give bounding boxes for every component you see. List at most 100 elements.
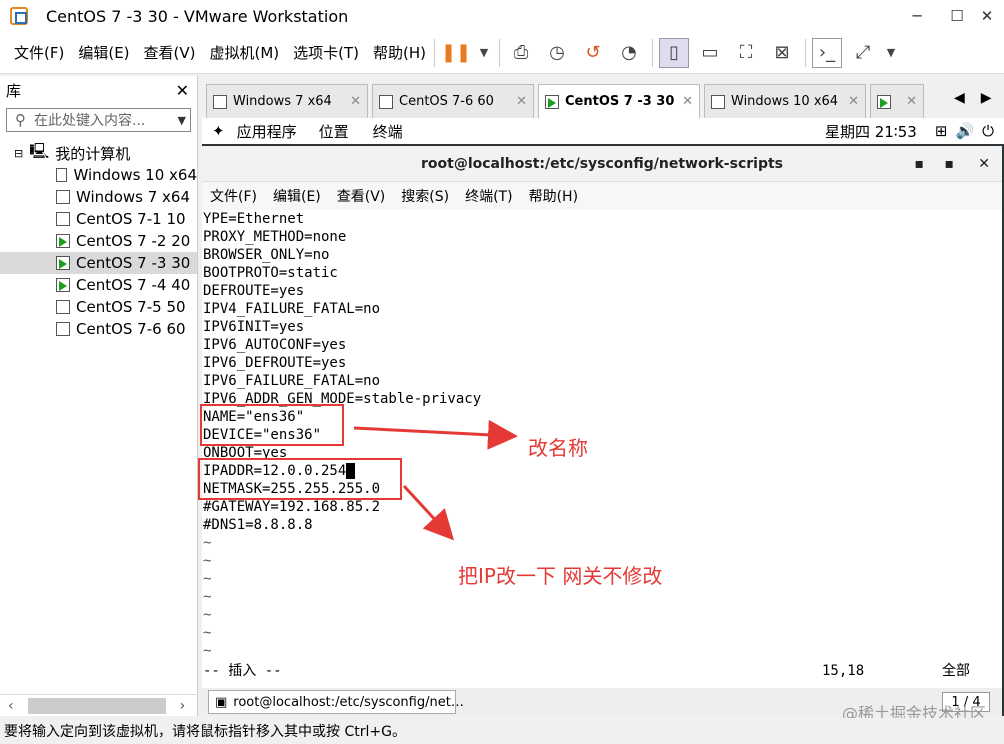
- gnome-clock[interactable]: 星期四 21∶53: [825, 121, 917, 142]
- tree-vm-label: CentOS 7-5 50: [76, 298, 186, 316]
- vm-running-icon: [56, 278, 70, 292]
- power-icon[interactable]: ⏻: [982, 122, 994, 140]
- revert-snapshot-icon[interactable]: ↺: [578, 38, 608, 68]
- tab-scroll-left-icon[interactable]: ◀: [954, 90, 965, 106]
- tab-centos-7-3[interactable]: CentOS 7 -3 30 ✕: [538, 84, 700, 118]
- terminal-line: BROWSER_ONLY=no: [202, 246, 1002, 264]
- terminal-line-text: IPV6_FAILURE_FATAL=no: [203, 373, 381, 389]
- gnome-applications-menu[interactable]: 应用程序: [237, 121, 297, 142]
- window-title: CentOS 7 -3 30 - VMware Workstation: [46, 6, 349, 26]
- tree-vm-item[interactable]: CentOS 7-1 10: [0, 208, 197, 230]
- unity-icon[interactable]: ⊠: [767, 38, 797, 68]
- tree-vm-label: Windows 7 x64: [76, 188, 191, 206]
- annotation-rename: 改名称: [528, 436, 588, 460]
- tab-windows-7[interactable]: Windows 7 x64 ✕: [206, 84, 368, 118]
- tab-overflow[interactable]: ✕: [870, 84, 924, 118]
- term-menu-view[interactable]: 查看(V): [337, 186, 386, 206]
- tree-vm-label: CentOS 7 -2 20: [76, 232, 191, 250]
- pause-icon[interactable]: ❚❚: [441, 38, 471, 68]
- close-tab-icon[interactable]: ✕: [682, 94, 693, 109]
- term-menu-help[interactable]: 帮助(H): [529, 186, 578, 206]
- term-menu-file[interactable]: 文件(F): [210, 186, 257, 206]
- terminal-line: PROXY_METHOD=none: [202, 228, 1002, 246]
- close-icon[interactable]: ✕: [970, 0, 1004, 32]
- menu-vm[interactable]: 虚拟机(M): [210, 42, 280, 63]
- tab-centos-7-6[interactable]: CentOS 7-6 60 ✕: [372, 84, 534, 118]
- scrollbar-thumb[interactable]: [27, 697, 166, 714]
- toolbar-separator: [434, 38, 436, 67]
- minimize-icon[interactable]: ─: [900, 0, 934, 32]
- toolbar-separator: [652, 38, 654, 67]
- cursor-position: 15,18: [822, 663, 865, 679]
- vm-display[interactable]: root@localhost:/etc/sysconfig/network-sc…: [198, 144, 1004, 716]
- stretch-icon[interactable]: ⤢: [848, 38, 878, 68]
- close-tab-icon[interactable]: ✕: [848, 94, 859, 109]
- close-tab-icon[interactable]: ✕: [906, 94, 917, 109]
- computer-icon: 🖳: [29, 142, 50, 160]
- terminal-line: IPV6INIT=yes: [202, 318, 1002, 336]
- chevron-down-icon[interactable]: ▼: [178, 114, 186, 127]
- tree-vm-item[interactable]: CentOS 7 -4 40: [0, 274, 197, 296]
- tree-vm-item[interactable]: CentOS 7-6 60: [0, 318, 197, 340]
- tree-root[interactable]: ⊟ 🖳 我的计算机: [0, 142, 197, 164]
- tree-vm-item[interactable]: Windows 10 x64: [0, 164, 197, 186]
- terminal-line-text: IPV6INIT=yes: [203, 319, 305, 335]
- vmware-logo-icon: [10, 7, 28, 25]
- terminal-maximize-icon[interactable]: ▪: [945, 156, 955, 172]
- terminal-line-text: PROXY_METHOD=none: [203, 229, 347, 245]
- terminal-line: #DNS1=8.8.8.8: [202, 516, 1002, 534]
- scroll-right-icon[interactable]: ›: [180, 698, 186, 714]
- terminal-minimize-icon[interactable]: ▪: [915, 156, 925, 172]
- snapshot-manager-icon[interactable]: ◔: [614, 38, 644, 68]
- tree-vm-item[interactable]: CentOS 7-5 50: [0, 296, 197, 318]
- terminal-line-text: ~: [203, 571, 212, 587]
- library-scrollbar[interactable]: ‹ ›: [0, 694, 198, 716]
- show-library-icon[interactable]: ▯: [659, 37, 690, 68]
- network-icon[interactable]: ⊞: [935, 122, 948, 140]
- terminal-line: ~: [202, 606, 1002, 624]
- term-menu-search[interactable]: 搜索(S): [401, 186, 449, 206]
- chevron-down-icon[interactable]: ▼: [477, 38, 491, 68]
- menu-file[interactable]: 文件(F): [14, 42, 64, 63]
- library-search-input[interactable]: ⚲ 在此处键入内容... ▼: [6, 108, 191, 132]
- tab-scroll-right-icon[interactable]: ▶: [981, 90, 992, 106]
- annotation-box-ip: [198, 458, 402, 500]
- vm-tabs: Windows 7 x64 ✕ CentOS 7-6 60 ✕ CentOS 7 -…: [202, 80, 1004, 118]
- console-view-icon[interactable]: ›_: [812, 37, 843, 68]
- volume-icon[interactable]: 🔊: [955, 122, 974, 140]
- menu-tabs[interactable]: 选项卡(T): [293, 42, 359, 63]
- menu-view[interactable]: 查看(V): [144, 42, 196, 63]
- vim-mode: -- 插入 --: [203, 663, 282, 679]
- term-menu-edit[interactable]: 编辑(E): [273, 186, 321, 206]
- menu-help[interactable]: 帮助(H): [373, 42, 426, 63]
- vm-running-icon: [545, 94, 559, 109]
- send-ctrl-alt-del-icon[interactable]: ⎙: [506, 38, 536, 68]
- close-library-icon[interactable]: ✕: [176, 81, 189, 100]
- vm-icon: [56, 212, 70, 226]
- tree-vm-label: CentOS 7-1 10: [76, 210, 186, 228]
- terminal-line: IPV6_DEFROUTE=yes: [202, 354, 1002, 372]
- tree-vm-item[interactable]: CentOS 7 -2 20: [0, 230, 197, 252]
- collapse-icon[interactable]: ⊟: [14, 147, 23, 160]
- gnome-places-menu[interactable]: 位置: [319, 121, 349, 142]
- term-menu-terminal[interactable]: 终端(T): [465, 186, 512, 206]
- tree-vm-item[interactable]: Windows 7 x64: [0, 186, 197, 208]
- tree-vm-item[interactable]: CentOS 7 -3 30: [0, 252, 197, 274]
- fullscreen-icon[interactable]: ⛶: [731, 38, 761, 68]
- close-tab-icon[interactable]: ✕: [350, 94, 361, 109]
- vm-icon: [56, 168, 68, 182]
- taskbar-terminal-item[interactable]: ▣ root@localhost:/etc/sysconfig/net…: [208, 690, 464, 714]
- terminal-close-icon[interactable]: ✕: [978, 156, 990, 172]
- thumbnail-bar-icon[interactable]: ▭: [695, 38, 725, 68]
- gnome-terminal-menu[interactable]: 终端: [373, 121, 403, 142]
- close-tab-icon[interactable]: ✕: [516, 94, 527, 109]
- snapshot-icon[interactable]: ◷: [542, 38, 572, 68]
- chevron-down-icon[interactable]: ▼: [884, 38, 898, 68]
- terminal-line-text: BOOTPROTO=static: [203, 265, 338, 281]
- maximize-icon[interactable]: ☐: [940, 0, 974, 32]
- search-icon: ⚲: [15, 111, 26, 129]
- menu-edit[interactable]: 编辑(E): [78, 42, 129, 63]
- tab-windows-10[interactable]: Windows 10 x64 ✕: [704, 84, 866, 118]
- scroll-left-icon[interactable]: ‹: [8, 698, 14, 714]
- vm-icon: [213, 94, 227, 109]
